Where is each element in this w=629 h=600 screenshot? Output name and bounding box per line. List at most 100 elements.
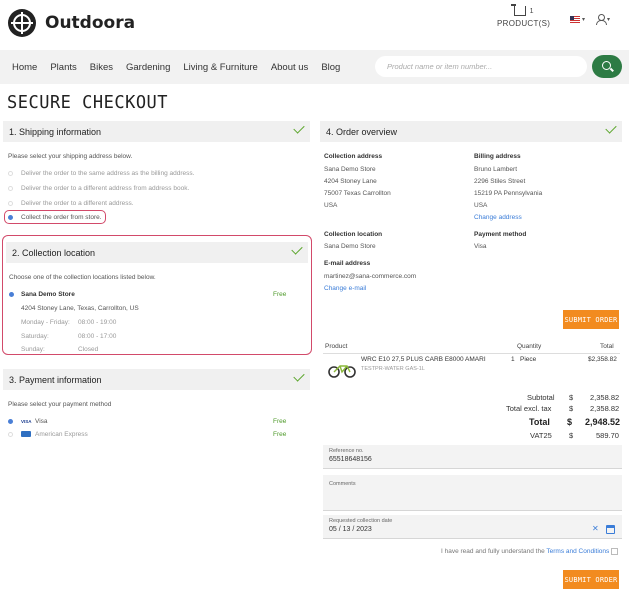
nav-item-plants[interactable]: Plants	[50, 62, 76, 73]
user-icon	[596, 14, 607, 25]
cart-count: 1	[529, 7, 534, 15]
subtotal-label: Subtotal	[527, 393, 555, 402]
account-menu[interactable]: ▾	[596, 14, 610, 25]
terms-prefix: I have read and fully understand the	[441, 548, 547, 555]
terms-checkbox[interactable]	[611, 548, 618, 555]
order-table-header	[323, 340, 620, 354]
shipping-option-radio[interactable]	[8, 186, 13, 191]
nav-item-gardening[interactable]: Gardening	[126, 62, 170, 73]
check-icon	[291, 243, 303, 255]
language-selector[interactable]: ▾	[570, 16, 585, 23]
change-address-link[interactable]: Change address	[474, 214, 522, 221]
collection-date-field[interactable]: Requested collection date 05 / 13 / 2023	[323, 515, 622, 539]
terms-link[interactable]: Terms and Conditions	[546, 548, 609, 555]
collection-address-line: 4204 Stoney Lane	[324, 178, 377, 185]
payment-method-name[interactable]: Visa	[35, 418, 48, 425]
amex-icon	[21, 431, 31, 437]
shipping-option-label[interactable]: Deliver the order to the same address as…	[21, 170, 194, 177]
collection-section-title: 2. Collection location	[12, 247, 96, 258]
collection-location-label: Collection location	[324, 231, 383, 238]
total-currency: $	[567, 417, 573, 427]
cart-icon	[510, 4, 526, 16]
submit-order-button-bottom[interactable]: SUBMIT ORDER	[563, 570, 619, 589]
product-name[interactable]: WRC E10 27,5 PLUS CARB E8000 AMARI	[361, 356, 486, 363]
calendar-icon[interactable]	[606, 525, 615, 534]
total-value: 2,948.52	[585, 417, 621, 427]
brand-logo[interactable]: Outdoora	[8, 9, 135, 37]
product-sku: TESTPR-WATER GAS-1L	[361, 366, 425, 372]
nav-item-blog[interactable]: Blog	[321, 62, 340, 73]
shipping-option-label[interactable]: Collect the order from store.	[21, 214, 102, 221]
payment-fee: Free	[273, 431, 287, 438]
nav-item-home[interactable]: Home	[12, 62, 37, 73]
payment-radio[interactable]	[8, 432, 13, 437]
chevron-down-icon: ▾	[582, 17, 586, 23]
store-address: 4204 Stoney Lane, Texas, Carrollton, US	[21, 305, 139, 312]
payment-fee: Free	[273, 418, 287, 425]
comments-field[interactable]: Comments	[323, 475, 622, 511]
subtotal-value: 2,358.82	[590, 393, 620, 402]
cart-button[interactable]: 1 PRODUCT(S)	[497, 4, 551, 28]
reference-value: 65518648156	[329, 456, 372, 463]
collection-prompt: Choose one of the collection locations l…	[9, 274, 156, 281]
shipping-section-title: 1. Shipping information	[9, 126, 102, 137]
excl-tax-value: 2,358.82	[590, 404, 620, 413]
collection-date-value: 05 / 13 / 2023	[329, 526, 372, 533]
hours-time: 08:00 - 17:00	[78, 333, 117, 340]
excl-tax-label: Total excl. tax	[506, 404, 552, 413]
vat-currency: $	[569, 431, 574, 440]
payment-method-value: Visa	[474, 243, 487, 250]
shipping-section-header: 1. Shipping information	[3, 121, 310, 142]
email-label: E-mail address	[324, 260, 371, 267]
product-unit: Piece	[520, 356, 537, 363]
shipping-option-radio[interactable]	[8, 171, 13, 176]
shipping-prompt: Please select your shipping address belo…	[8, 153, 133, 160]
search-input[interactable]: Product name or item number...	[375, 56, 587, 77]
hours-day: Monday - Friday:	[21, 319, 70, 326]
close-icon[interactable]: ✕	[592, 524, 599, 533]
search-button[interactable]	[592, 55, 622, 78]
shipping-option-radio[interactable]	[8, 201, 13, 206]
hours-day: Saturday:	[21, 333, 49, 340]
comments-label: Comments	[329, 481, 356, 487]
column-header-quantity: Quantity	[517, 343, 542, 350]
payment-method-name[interactable]: American Express	[35, 431, 88, 438]
shipping-option-radio-selected[interactable]	[8, 215, 13, 220]
billing-address-line: 2296 Stiles Street	[474, 178, 526, 185]
store-fee: Free	[273, 291, 287, 298]
collection-section-header: 2. Collection location	[6, 242, 308, 263]
change-email-link[interactable]: Change e-mail	[324, 285, 366, 292]
collection-address-line: 75007 Texas Carrollton	[324, 190, 391, 197]
nav-item-living-furniture[interactable]: Living & Furniture	[183, 62, 257, 73]
billing-address-line: Bruno Lambert	[474, 166, 517, 173]
cart-label: PRODUCT(S)	[497, 19, 551, 28]
shipping-option-label[interactable]: Deliver the order to a different address…	[21, 200, 134, 207]
payment-prompt: Please select your payment method	[8, 401, 112, 408]
collection-address-line: Sana Demo Store	[324, 166, 376, 173]
visa-icon: VISA	[21, 419, 32, 424]
logo-icon	[8, 9, 36, 37]
email-value: martinez@sana-commerce.com	[324, 273, 417, 280]
check-icon	[605, 122, 617, 134]
product-qty: 1	[511, 356, 515, 363]
shipping-option-label[interactable]: Deliver the order to a different address…	[21, 185, 189, 192]
collection-address-label: Collection address	[324, 153, 383, 160]
top-header: Outdoora 1 PRODUCT(S) ▾ ▾	[0, 0, 629, 44]
billing-address-line: 15219 PA Pennsylvania	[474, 190, 543, 197]
billing-address-line: USA	[474, 202, 488, 209]
payment-radio-selected[interactable]	[8, 419, 13, 424]
reference-number-field[interactable]: Reference no. 65518648156	[323, 445, 622, 469]
vat-label: VAT25	[530, 431, 552, 440]
brand-name: Outdoora	[45, 13, 136, 33]
subtotal-currency: $	[569, 393, 574, 402]
submit-order-button-top[interactable]: SUBMIT ORDER	[563, 310, 619, 329]
column-header-product: Product	[325, 343, 348, 350]
nav-item-about-us[interactable]: About us	[271, 62, 309, 73]
check-icon	[293, 370, 305, 382]
nav-item-bikes[interactable]: Bikes	[90, 62, 113, 73]
hours-day: Sunday:	[21, 346, 45, 353]
store-radio-selected[interactable]	[9, 292, 14, 297]
product-total: $2,358.82	[588, 356, 617, 363]
store-name[interactable]: Sana Demo Store	[21, 291, 75, 298]
terms-text: I have read and fully understand the Ter…	[441, 548, 609, 555]
